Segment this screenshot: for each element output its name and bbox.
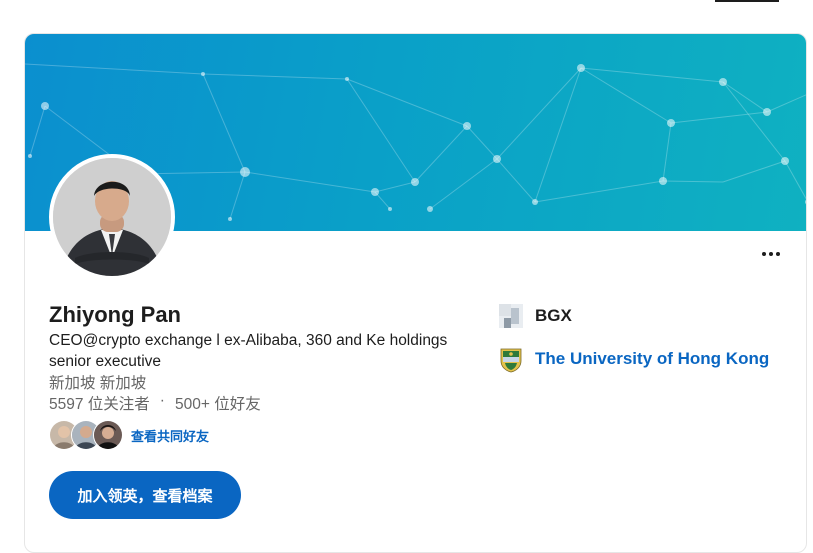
view-mutual-connections-link[interactable]: 查看共同好友 (131, 426, 209, 445)
more-options-button[interactable] (758, 244, 784, 264)
stats-separator: · (159, 392, 165, 409)
current-company-link[interactable]: BGX (499, 304, 572, 328)
company-logo-icon (499, 304, 523, 328)
followers-count: 5597 位关注者 (49, 396, 150, 413)
mutual-avatar (93, 420, 123, 450)
top-tab-indicator (715, 0, 779, 2)
hku-crest-icon (499, 347, 523, 373)
mutual-connections[interactable]: 查看共同好友 (49, 420, 209, 450)
join-linkedin-button[interactable]: 加入领英，查看档案 (49, 471, 241, 519)
profile-name: Zhiyong Pan (49, 302, 181, 327)
profile-headline: CEO@crypto exchange l ex-Alibaba, 360 an… (49, 332, 448, 370)
company-name[interactable]: BGX (535, 306, 572, 326)
profile-card: Zhiyong Pan CEO@crypto exchange l ex-Ali… (24, 33, 807, 553)
school-name[interactable]: The University of Hong Kong (535, 349, 769, 369)
profile-location: 新加坡 新加坡 (49, 375, 147, 392)
connections-count: 500+ 位好友 (174, 396, 261, 413)
profile-stats: 5597 位关注者 · 500+ 位好友 (49, 392, 261, 414)
mutual-avatars (49, 420, 123, 450)
more-horizontal-icon (762, 252, 766, 256)
education-link[interactable]: The University of Hong Kong (499, 347, 769, 373)
profile-avatar[interactable] (49, 154, 175, 280)
